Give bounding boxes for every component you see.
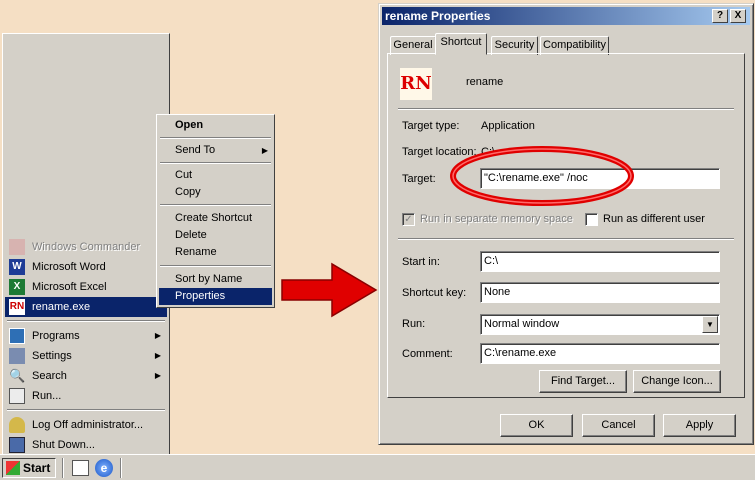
- context-menu-separator: [160, 265, 271, 267]
- start-menu-item-excel[interactable]: X Microsoft Excel: [5, 277, 167, 297]
- shortcut-name: rename: [466, 76, 504, 88]
- target-label: Target:: [402, 173, 436, 185]
- chevron-down-icon[interactable]: ▼: [702, 316, 718, 333]
- start-menu: Windows Commander W Microsoft Word X Mic…: [2, 33, 170, 455]
- start-menu-item-rename[interactable]: RN rename.exe: [5, 297, 167, 317]
- taskbar-divider: [62, 458, 64, 478]
- run-label: Run:: [402, 318, 426, 330]
- context-menu-separator: [160, 204, 271, 206]
- context-menu-send-to[interactable]: Send To ▶: [159, 142, 272, 159]
- comment-label: Comment:: [402, 348, 453, 360]
- close-button[interactable]: X: [730, 9, 746, 23]
- different-user-checkbox[interactable]: [585, 213, 598, 226]
- programs-icon: [9, 328, 25, 344]
- submenu-arrow-icon: ▶: [154, 371, 161, 380]
- submenu-arrow-icon: ▶: [261, 146, 268, 155]
- taskbar-divider: [120, 458, 122, 478]
- target-type-label: Target type:: [402, 120, 460, 132]
- start-menu-item-word[interactable]: W Microsoft Word: [5, 257, 167, 277]
- separate-memory-checkbox: ✓: [402, 213, 415, 226]
- start-menu-item-run[interactable]: Run...: [5, 386, 167, 406]
- context-menu-cut[interactable]: Cut: [159, 167, 272, 184]
- start-menu-separator: [7, 320, 165, 322]
- shortcut-tab-panel: RN rename Target type: Application Targe…: [387, 53, 745, 398]
- different-user-label[interactable]: Run as different user: [603, 213, 705, 225]
- find-target-button[interactable]: Find Target...: [539, 370, 627, 393]
- red-arrow-annotation: [281, 262, 378, 318]
- cancel-button[interactable]: Cancel: [582, 414, 655, 437]
- start-menu-item-windows-commander: Windows Commander: [5, 237, 167, 257]
- submenu-arrow-icon: ▶: [154, 351, 161, 360]
- comment-input[interactable]: C:\rename.exe: [480, 343, 720, 364]
- start-in-label: Start in:: [402, 256, 440, 268]
- word-icon: W: [9, 259, 25, 275]
- rename-app-icon: RN: [9, 299, 25, 315]
- target-type-value: Application: [481, 120, 535, 132]
- windows-commander-icon: [9, 239, 25, 255]
- start-menu-item-programs[interactable]: Programs ▶: [5, 326, 167, 346]
- separate-memory-label: Run in separate memory space: [420, 213, 573, 225]
- key-icon: [9, 417, 25, 433]
- internet-explorer-icon[interactable]: e: [95, 459, 113, 477]
- context-menu-rename[interactable]: Rename: [159, 244, 272, 261]
- apply-button[interactable]: Apply: [663, 414, 736, 437]
- context-menu-create-shortcut[interactable]: Create Shortcut: [159, 210, 272, 227]
- context-menu-delete[interactable]: Delete: [159, 227, 272, 244]
- excel-icon: X: [9, 279, 25, 295]
- run-icon: [9, 388, 25, 404]
- windows-logo-icon: [6, 461, 20, 475]
- start-menu-item-settings[interactable]: Settings ▶: [5, 346, 167, 366]
- separator: [398, 108, 734, 110]
- submenu-arrow-icon: ▶: [154, 331, 161, 340]
- start-menu-item-shutdown[interactable]: Shut Down...: [5, 435, 167, 455]
- context-menu: Open Send To ▶ Cut Copy Create Shortcut …: [156, 114, 275, 308]
- context-menu-copy[interactable]: Copy: [159, 184, 272, 201]
- rename-app-icon: RN: [400, 68, 432, 100]
- properties-dialog: rename Properties ? X General Shortcut S…: [378, 3, 754, 445]
- start-in-input[interactable]: C:\: [480, 251, 720, 272]
- settings-icon: [9, 348, 25, 364]
- run-select[interactable]: Normal window ▼: [480, 314, 720, 335]
- search-icon: 🔍: [9, 368, 26, 383]
- context-menu-open[interactable]: Open: [159, 117, 272, 134]
- shortcut-key-label: Shortcut key:: [402, 287, 467, 299]
- red-ellipse-annotation: [450, 146, 634, 206]
- help-button[interactable]: ?: [712, 9, 728, 23]
- taskbar: Start e: [0, 454, 755, 480]
- shutdown-icon: [9, 437, 25, 453]
- start-menu-separator: [7, 409, 165, 411]
- context-menu-separator: [160, 162, 271, 164]
- start-menu-item-search[interactable]: 🔍 Search ▶: [5, 366, 167, 386]
- context-menu-properties[interactable]: Properties: [159, 288, 272, 305]
- show-desktop-icon[interactable]: [72, 460, 89, 476]
- ok-button[interactable]: OK: [500, 414, 573, 437]
- change-icon-button[interactable]: Change Icon...: [633, 370, 721, 393]
- separator: [398, 238, 734, 240]
- context-menu-sort-by-name[interactable]: Sort by Name: [159, 271, 272, 288]
- tab-shortcut[interactable]: Shortcut: [435, 33, 487, 55]
- start-menu-item-logoff[interactable]: Log Off administrator...: [5, 415, 167, 435]
- start-button[interactable]: Start: [2, 458, 56, 478]
- shortcut-key-input[interactable]: None: [480, 282, 720, 303]
- context-menu-separator: [160, 137, 271, 139]
- dialog-titlebar[interactable]: rename Properties ? X: [382, 7, 750, 25]
